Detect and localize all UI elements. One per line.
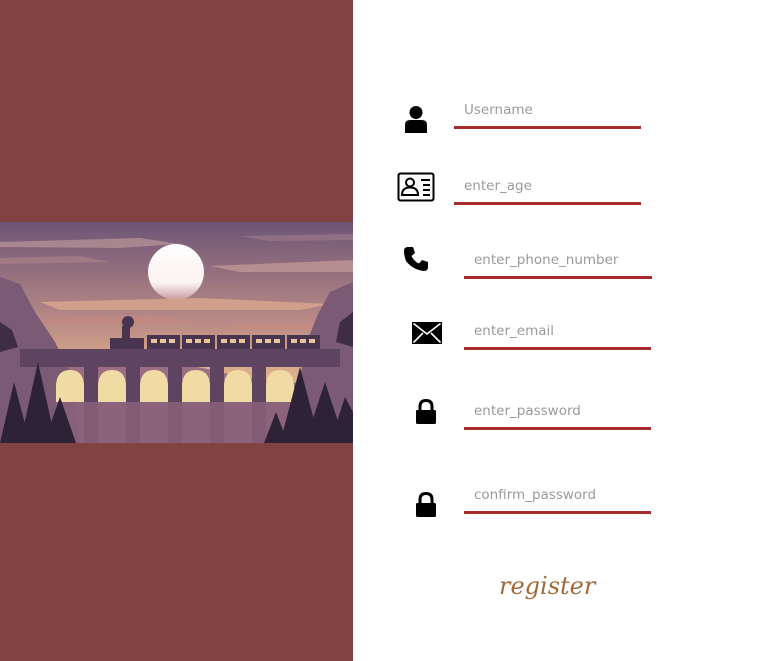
phone-icon bbox=[402, 245, 430, 273]
lock-icon bbox=[414, 398, 438, 426]
confirm-password-input[interactable] bbox=[464, 485, 651, 514]
user-icon bbox=[403, 104, 429, 134]
password-input[interactable] bbox=[464, 401, 651, 430]
envelope-icon bbox=[411, 320, 443, 346]
username-input[interactable] bbox=[454, 100, 641, 129]
register-button[interactable]: register bbox=[499, 572, 595, 600]
train-viaduct-illustration bbox=[0, 222, 353, 443]
left-panel bbox=[0, 0, 353, 661]
phone-number-input[interactable] bbox=[464, 250, 652, 279]
lock-icon bbox=[414, 491, 438, 519]
age-input[interactable] bbox=[454, 176, 641, 205]
email-input[interactable] bbox=[464, 321, 651, 350]
registration-form: register bbox=[353, 0, 767, 661]
id-card-icon bbox=[396, 171, 436, 203]
